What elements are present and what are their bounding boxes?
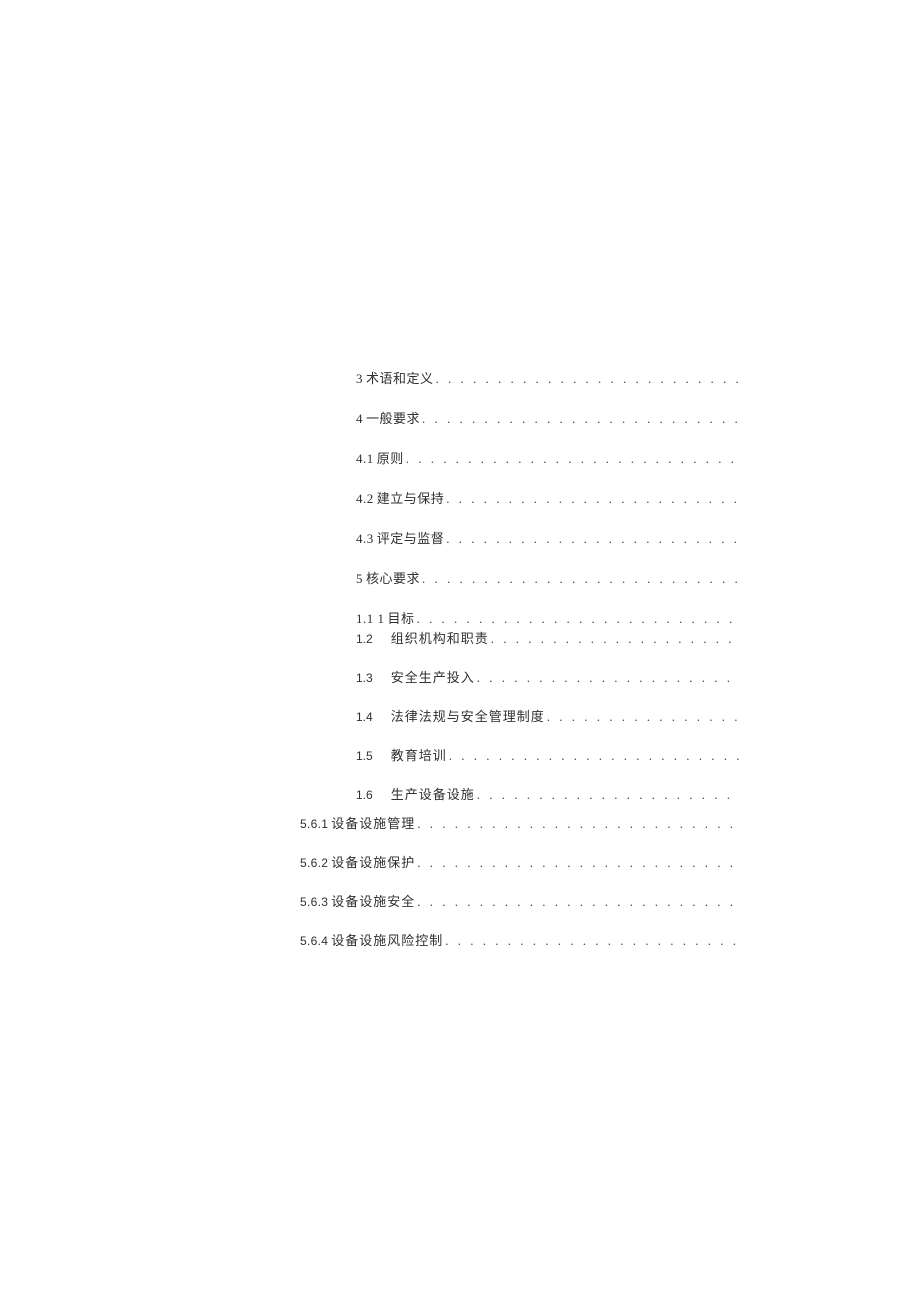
toc-leader: . . . . . . . . . . . . . . . . . . . . …	[436, 371, 740, 387]
toc-leader: . . . . . . . . . . . . . . . . . . . . …	[417, 611, 740, 627]
toc-num: 1.5	[356, 749, 373, 763]
toc-leader: . . . . . . . . . . . . . . . . . . . . …	[417, 816, 740, 832]
toc-block-1: 3 术语和定义 . . . . . . . . . . . . . . . . …	[300, 368, 740, 648]
toc-leader: . . . . . . . . . . . . . . . . . . . . …	[547, 709, 740, 725]
toc-leader: . . . . . . . . . . . . . . . . . . . . …	[446, 491, 740, 507]
toc-entry: 4.2 建立与保持 . . . . . . . . . . . . . . . …	[300, 488, 740, 507]
toc-title: 设备设施风险控制	[331, 930, 443, 949]
toc-leader: . . . . . . . . . . . . . . . . . . . . …	[445, 933, 740, 949]
toc-num: 1.1 1	[356, 611, 385, 627]
toc-block-2: 1.2 组织机构和职责 . . . . . . . . . . . . . . …	[300, 628, 740, 823]
toc-title: 术语和定义	[366, 368, 434, 387]
toc-title: 建立与保持	[377, 488, 445, 507]
toc-num: 1.6	[356, 788, 373, 802]
toc-entry: 3 术语和定义 . . . . . . . . . . . . . . . . …	[300, 368, 740, 387]
toc-title: 一般要求	[366, 408, 420, 427]
toc-num: 5.6.1	[300, 817, 328, 831]
toc-num: 5.6.4	[300, 934, 328, 948]
toc-leader: . . . . . . . . . . . . . . . . . . . . …	[446, 531, 740, 547]
toc-entry: 1.3 安全生产投入 . . . . . . . . . . . . . . .…	[300, 667, 740, 686]
toc-leader: . . . . . . . . . . . . . . . . . . . . …	[422, 411, 740, 427]
toc-num: 3	[356, 371, 363, 387]
toc-entry: 5 核心要求 . . . . . . . . . . . . . . . . .…	[300, 568, 740, 587]
toc-num: 4.2	[356, 491, 374, 507]
toc-leader: . . . . . . . . . . . . . . . . . . . . …	[406, 451, 740, 467]
toc-title: 法律法规与安全管理制度	[391, 706, 545, 725]
toc-title: 设备设施安全	[331, 891, 415, 910]
toc-entry: 1.1 1 目标 . . . . . . . . . . . . . . . .…	[300, 608, 740, 627]
toc-entry: 5.6.1 设备设施管理 . . . . . . . . . . . . . .…	[300, 813, 740, 832]
toc-entry: 5.6.4 设备设施风险控制 . . . . . . . . . . . . .…	[300, 930, 740, 949]
toc-entry: 5.6.3 设备设施安全 . . . . . . . . . . . . . .…	[300, 891, 740, 910]
toc-entry: 4.3 评定与监督 . . . . . . . . . . . . . . . …	[300, 528, 740, 547]
toc-title: 生产设备设施	[391, 784, 475, 803]
toc-num: 1.3	[356, 671, 373, 685]
toc-leader: . . . . . . . . . . . . . . . . . . . . …	[477, 787, 740, 803]
toc-title: 教育培训	[391, 745, 447, 764]
toc-entry: 1.5 教育培训 . . . . . . . . . . . . . . . .…	[300, 745, 740, 764]
toc-block-3: 5.6.1 设备设施管理 . . . . . . . . . . . . . .…	[300, 813, 740, 969]
toc-title: 原则	[377, 448, 404, 467]
toc-title: 组织机构和职责	[391, 628, 489, 647]
toc-title: 设备设施管理	[331, 813, 415, 832]
toc-num: 1.4	[356, 710, 373, 724]
toc-num: 5.6.2	[300, 856, 328, 870]
toc-entry: 1.4 法律法规与安全管理制度 . . . . . . . . . . . . …	[300, 706, 740, 725]
toc-title: 设备设施保护	[331, 852, 415, 871]
toc-leader: . . . . . . . . . . . . . . . . . . . . …	[417, 894, 740, 910]
toc-num: 4.1	[356, 451, 374, 467]
toc-entry: 4.1 原则 . . . . . . . . . . . . . . . . .…	[300, 448, 740, 467]
toc-num: 4.3	[356, 531, 374, 547]
toc-title: 安全生产投入	[391, 667, 475, 686]
toc-leader: . . . . . . . . . . . . . . . . . . . . …	[449, 748, 740, 764]
toc-leader: . . . . . . . . . . . . . . . . . . . . …	[491, 631, 740, 647]
toc-leader: . . . . . . . . . . . . . . . . . . . . …	[477, 670, 740, 686]
toc-leader: . . . . . . . . . . . . . . . . . . . . …	[417, 855, 740, 871]
toc-num: 5	[356, 571, 363, 587]
toc-leader: . . . . . . . . . . . . . . . . . . . . …	[422, 571, 740, 587]
toc-entry: 1.2 组织机构和职责 . . . . . . . . . . . . . . …	[300, 628, 740, 647]
toc-num: 5.6.3	[300, 895, 328, 909]
toc-entry: 4 一般要求 . . . . . . . . . . . . . . . . .…	[300, 408, 740, 427]
toc-entry: 1.6 生产设备设施 . . . . . . . . . . . . . . .…	[300, 784, 740, 803]
toc-title: 目标	[388, 608, 415, 627]
toc-num: 1.2	[356, 632, 373, 646]
toc-entry: 5.6.2 设备设施保护 . . . . . . . . . . . . . .…	[300, 852, 740, 871]
toc-num: 4	[356, 411, 363, 427]
toc-title: 核心要求	[366, 568, 420, 587]
toc-title: 评定与监督	[377, 528, 445, 547]
